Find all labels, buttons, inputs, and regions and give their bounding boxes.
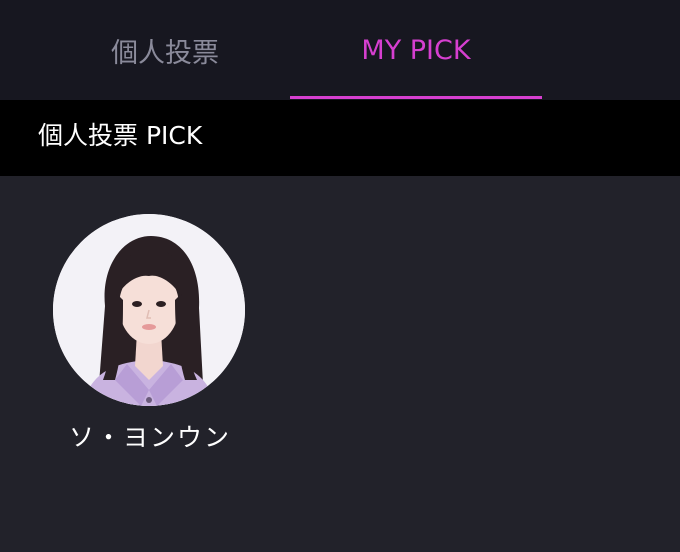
section-title: 個人投票 PICK — [38, 121, 203, 150]
member-photo — [53, 214, 245, 406]
pick-card[interactable]: ソ・ヨンウン — [40, 200, 260, 470]
active-tab-indicator — [290, 96, 542, 99]
avatar — [53, 214, 245, 406]
section-header: 個人投票 PICK — [0, 100, 680, 176]
tab-individual-vote[interactable]: 個人投票 — [40, 0, 290, 100]
member-name: ソ・ヨンウン — [68, 423, 231, 452]
tab-my-pick[interactable]: MY PICK — [290, 0, 542, 100]
tab-bar: 個人投票 MY PICK — [0, 0, 680, 100]
